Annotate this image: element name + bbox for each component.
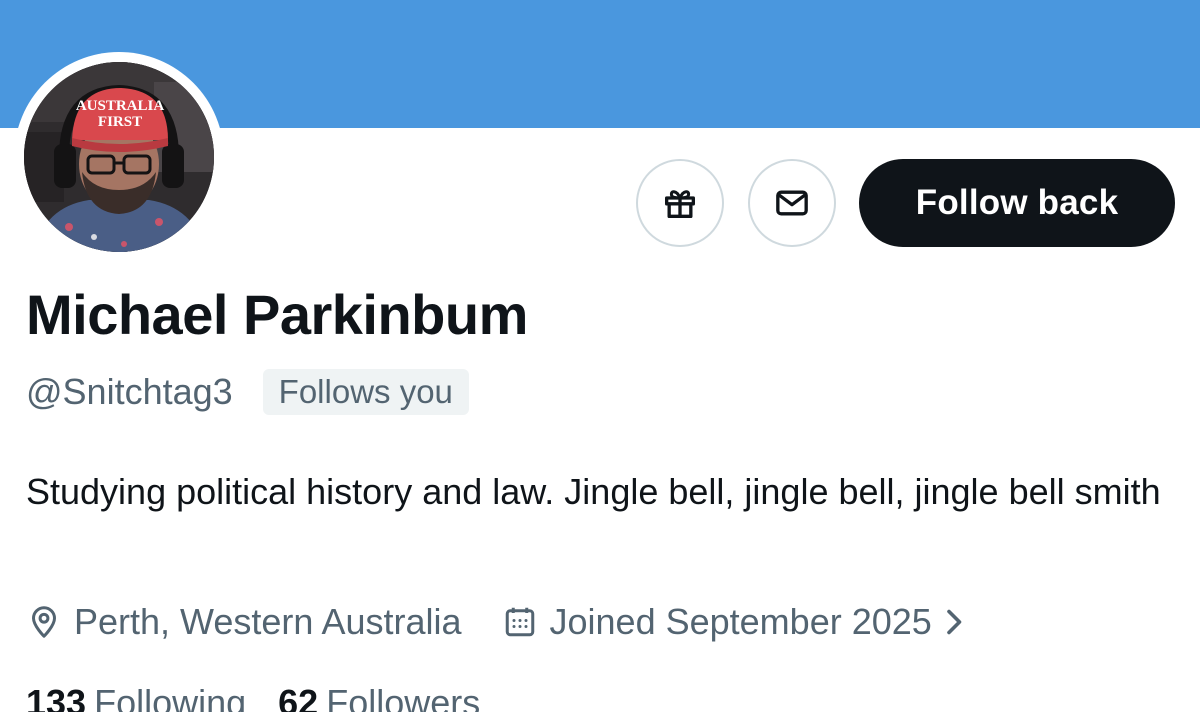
handle-row: @Snitchtag3 Follows you bbox=[26, 366, 469, 418]
svg-text:AUSTRALIA: AUSTRALIA bbox=[76, 98, 165, 114]
followers-count: 62 bbox=[278, 682, 319, 712]
joined-date-link[interactable]: Joined September 2025 bbox=[502, 601, 980, 643]
message-button[interactable] bbox=[748, 159, 836, 247]
followers-link[interactable]: 62 Followers bbox=[278, 682, 480, 712]
avatar-photo: AUSTRALIA FIRST bbox=[24, 62, 214, 252]
location-pin-icon bbox=[32, 606, 56, 638]
followers-label: Followers bbox=[326, 682, 481, 712]
gift-icon bbox=[665, 190, 695, 218]
profile-meta: Perth, Western Australia Joined Septembe… bbox=[26, 596, 980, 648]
follow-stats: 133 Following 62 Followers bbox=[26, 682, 480, 712]
calendar-icon bbox=[505, 607, 534, 637]
following-count: 133 bbox=[26, 682, 87, 712]
location-text: Perth, Western Australia bbox=[74, 601, 462, 642]
location-item: Perth, Western Australia bbox=[26, 601, 462, 643]
chevron-right-icon bbox=[946, 609, 962, 635]
follows-you-badge: Follows you bbox=[262, 369, 469, 415]
joined-text: Joined September 2025 bbox=[549, 601, 932, 642]
user-handle: @Snitchtag3 bbox=[26, 371, 233, 412]
gift-button[interactable] bbox=[636, 159, 724, 247]
svg-text:FIRST: FIRST bbox=[98, 114, 142, 130]
profile-bio: Studying political history and law. Jing… bbox=[26, 471, 1161, 512]
following-link[interactable]: 133 Following bbox=[26, 682, 246, 712]
avatar-ring: AUSTRALIA FIRST bbox=[14, 52, 224, 262]
display-name: Michael Parkinbum bbox=[26, 283, 528, 346]
envelope-icon bbox=[776, 190, 808, 216]
follow-back-button[interactable]: Follow back bbox=[859, 159, 1175, 247]
avatar[interactable]: AUSTRALIA FIRST bbox=[24, 62, 214, 252]
following-label: Following bbox=[94, 682, 247, 712]
